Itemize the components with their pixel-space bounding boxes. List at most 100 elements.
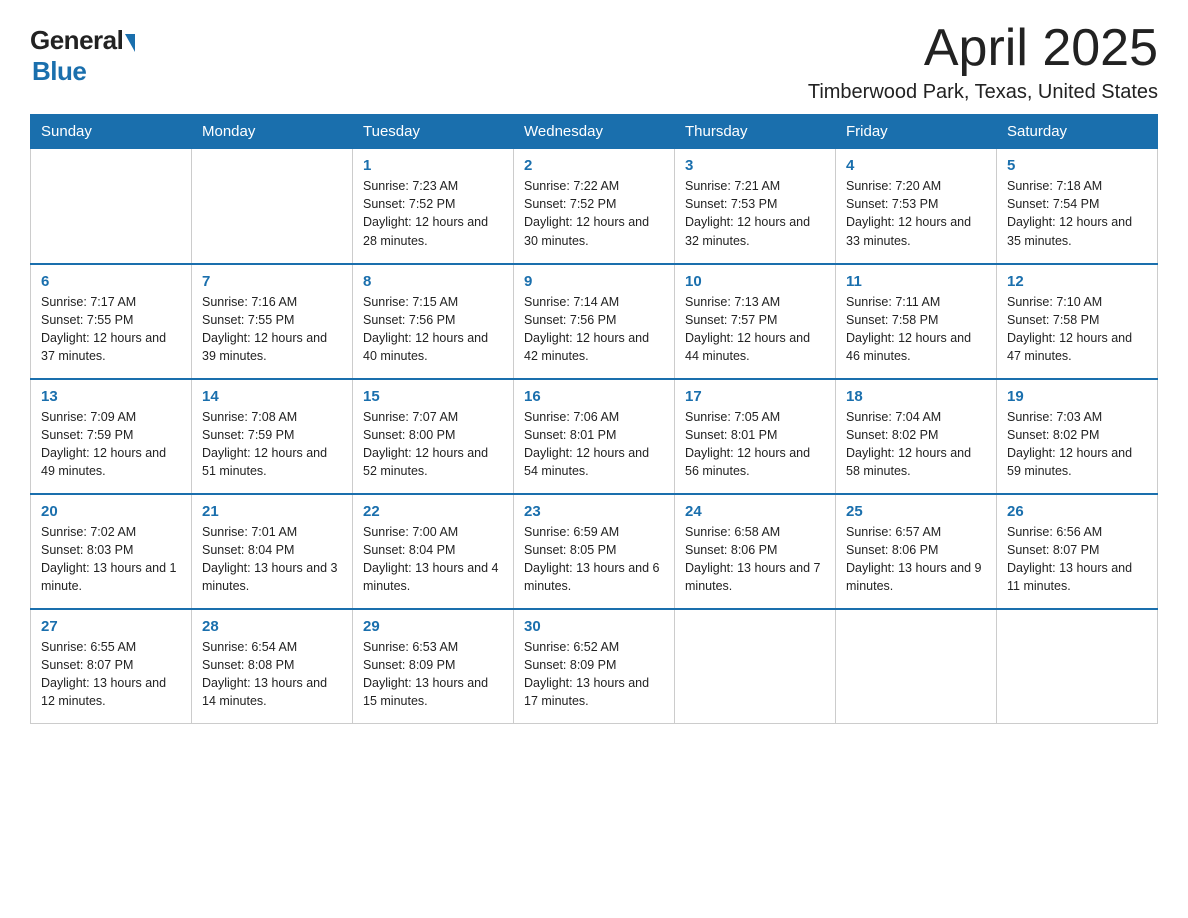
calendar-day-cell bbox=[997, 609, 1158, 724]
day-info: Sunrise: 7:01 AMSunset: 8:04 PMDaylight:… bbox=[202, 523, 342, 596]
calendar-day-header: Friday bbox=[836, 115, 997, 149]
day-info: Sunrise: 7:14 AMSunset: 7:56 PMDaylight:… bbox=[524, 293, 664, 366]
day-info: Sunrise: 6:59 AMSunset: 8:05 PMDaylight:… bbox=[524, 523, 664, 596]
calendar-day-cell: 13Sunrise: 7:09 AMSunset: 7:59 PMDayligh… bbox=[31, 379, 192, 494]
day-info: Sunrise: 7:23 AMSunset: 7:52 PMDaylight:… bbox=[363, 177, 503, 250]
calendar-day-cell: 9 Sunrise: 7:14 AMSunset: 7:56 PMDaylight… bbox=[514, 264, 675, 379]
calendar-week-row: 1 Sunrise: 7:23 AMSunset: 7:52 PMDaylight… bbox=[31, 149, 1158, 264]
day-number: 11 bbox=[846, 273, 986, 290]
calendar-day-cell: 14 Sunrise: 7:08 AMSunset: 7:59 PMDayligh… bbox=[192, 379, 353, 494]
month-title: April 2025 bbox=[808, 20, 1158, 77]
calendar-day-cell: 23 Sunrise: 6:59 AMSunset: 8:05 PMDayligh… bbox=[514, 494, 675, 609]
calendar-week-row: 20Sunrise: 7:02 AMSunset: 8:03 PMDayligh… bbox=[31, 494, 1158, 609]
day-info: Sunrise: 7:16 AMSunset: 7:55 PMDaylight:… bbox=[202, 293, 342, 366]
calendar-day-cell: 12 Sunrise: 7:10 AMSunset: 7:58 PMDayligh… bbox=[997, 264, 1158, 379]
day-info: Sunrise: 7:22 AMSunset: 7:52 PMDaylight:… bbox=[524, 177, 664, 250]
title-block: April 2025 Timberwood Park, Texas, Unite… bbox=[808, 20, 1158, 104]
calendar-day-cell: 3 Sunrise: 7:21 AMSunset: 7:53 PMDaylight… bbox=[675, 149, 836, 264]
day-number: 13 bbox=[41, 388, 181, 405]
day-info: Sunrise: 7:10 AMSunset: 7:58 PMDaylight:… bbox=[1007, 293, 1147, 366]
day-info: Sunrise: 7:18 AMSunset: 7:54 PMDaylight:… bbox=[1007, 177, 1147, 250]
day-number: 16 bbox=[524, 388, 664, 405]
calendar-header-row: SundayMondayTuesdayWednesdayThursdayFrid… bbox=[31, 115, 1158, 149]
day-number: 4 bbox=[846, 157, 986, 174]
day-info: Sunrise: 6:57 AMSunset: 8:06 PMDaylight:… bbox=[846, 523, 986, 596]
day-number: 26 bbox=[1007, 503, 1147, 520]
calendar-day-cell: 1 Sunrise: 7:23 AMSunset: 7:52 PMDaylight… bbox=[353, 149, 514, 264]
day-number: 9 bbox=[524, 273, 664, 290]
calendar-day-cell: 16 Sunrise: 7:06 AMSunset: 8:01 PMDayligh… bbox=[514, 379, 675, 494]
calendar-day-cell: 18 Sunrise: 7:04 AMSunset: 8:02 PMDayligh… bbox=[836, 379, 997, 494]
day-number: 6 bbox=[41, 273, 181, 290]
calendar-day-cell: 8 Sunrise: 7:15 AMSunset: 7:56 PMDaylight… bbox=[353, 264, 514, 379]
logo-triangle-icon bbox=[125, 34, 135, 52]
day-info: Sunrise: 6:56 AMSunset: 8:07 PMDaylight:… bbox=[1007, 523, 1147, 596]
day-info: Sunrise: 7:20 AMSunset: 7:53 PMDaylight:… bbox=[846, 177, 986, 250]
calendar-week-row: 6Sunrise: 7:17 AMSunset: 7:55 PMDaylight… bbox=[31, 264, 1158, 379]
day-number: 27 bbox=[41, 618, 181, 635]
day-info: Sunrise: 6:52 AMSunset: 8:09 PMDaylight:… bbox=[524, 638, 664, 711]
calendar-day-cell: 10Sunrise: 7:13 AMSunset: 7:57 PMDayligh… bbox=[675, 264, 836, 379]
day-info: Sunrise: 7:00 AMSunset: 8:04 PMDaylight:… bbox=[363, 523, 503, 596]
day-number: 23 bbox=[524, 503, 664, 520]
calendar-day-cell bbox=[675, 609, 836, 724]
calendar-day-cell: 29 Sunrise: 6:53 AMSunset: 8:09 PMDayligh… bbox=[353, 609, 514, 724]
day-number: 22 bbox=[363, 503, 503, 520]
day-number: 18 bbox=[846, 388, 986, 405]
day-number: 21 bbox=[202, 503, 342, 520]
calendar-day-cell: 19 Sunrise: 7:03 AMSunset: 8:02 PMDayligh… bbox=[997, 379, 1158, 494]
calendar-day-header: Tuesday bbox=[353, 115, 514, 149]
day-info: Sunrise: 7:07 AMSunset: 8:00 PMDaylight:… bbox=[363, 408, 503, 481]
page-header: General Blue April 2025 Timberwood Park,… bbox=[30, 20, 1158, 104]
day-info: Sunrise: 6:58 AMSunset: 8:06 PMDaylight:… bbox=[685, 523, 825, 596]
day-number: 5 bbox=[1007, 157, 1147, 174]
logo-blue-text: Blue bbox=[32, 56, 86, 87]
calendar-day-cell: 7Sunrise: 7:16 AMSunset: 7:55 PMDaylight… bbox=[192, 264, 353, 379]
calendar-week-row: 13Sunrise: 7:09 AMSunset: 7:59 PMDayligh… bbox=[31, 379, 1158, 494]
day-number: 19 bbox=[1007, 388, 1147, 405]
day-info: Sunrise: 7:03 AMSunset: 8:02 PMDaylight:… bbox=[1007, 408, 1147, 481]
day-number: 12 bbox=[1007, 273, 1147, 290]
calendar-day-header: Wednesday bbox=[514, 115, 675, 149]
calendar-day-cell: 28 Sunrise: 6:54 AMSunset: 8:08 PMDayligh… bbox=[192, 609, 353, 724]
location-title: Timberwood Park, Texas, United States bbox=[808, 81, 1158, 104]
day-info: Sunrise: 7:21 AMSunset: 7:53 PMDaylight:… bbox=[685, 177, 825, 250]
day-info: Sunrise: 7:05 AMSunset: 8:01 PMDaylight:… bbox=[685, 408, 825, 481]
day-number: 14 bbox=[202, 388, 342, 405]
day-number: 3 bbox=[685, 157, 825, 174]
calendar-day-cell: 26 Sunrise: 6:56 AMSunset: 8:07 PMDayligh… bbox=[997, 494, 1158, 609]
calendar-day-header: Sunday bbox=[31, 115, 192, 149]
calendar-day-cell bbox=[836, 609, 997, 724]
calendar-day-cell: 24Sunrise: 6:58 AMSunset: 8:06 PMDayligh… bbox=[675, 494, 836, 609]
day-info: Sunrise: 7:11 AMSunset: 7:58 PMDaylight:… bbox=[846, 293, 986, 366]
day-info: Sunrise: 7:15 AMSunset: 7:56 PMDaylight:… bbox=[363, 293, 503, 366]
day-number: 1 bbox=[363, 157, 503, 174]
logo-general-text: General bbox=[30, 25, 123, 56]
calendar-day-cell: 4 Sunrise: 7:20 AMSunset: 7:53 PMDaylight… bbox=[836, 149, 997, 264]
calendar-day-cell: 27Sunrise: 6:55 AMSunset: 8:07 PMDayligh… bbox=[31, 609, 192, 724]
calendar-day-cell bbox=[31, 149, 192, 264]
calendar-table: SundayMondayTuesdayWednesdayThursdayFrid… bbox=[30, 114, 1158, 724]
day-info: Sunrise: 7:06 AMSunset: 8:01 PMDaylight:… bbox=[524, 408, 664, 481]
day-number: 15 bbox=[363, 388, 503, 405]
calendar-day-cell: 30 Sunrise: 6:52 AMSunset: 8:09 PMDayligh… bbox=[514, 609, 675, 724]
day-info: Sunrise: 6:53 AMSunset: 8:09 PMDaylight:… bbox=[363, 638, 503, 711]
day-info: Sunrise: 7:04 AMSunset: 8:02 PMDaylight:… bbox=[846, 408, 986, 481]
day-number: 25 bbox=[846, 503, 986, 520]
day-info: Sunrise: 6:54 AMSunset: 8:08 PMDaylight:… bbox=[202, 638, 342, 711]
calendar-day-cell: 15 Sunrise: 7:07 AMSunset: 8:00 PMDayligh… bbox=[353, 379, 514, 494]
calendar-day-cell: 2Sunrise: 7:22 AMSunset: 7:52 PMDaylight… bbox=[514, 149, 675, 264]
day-info: Sunrise: 7:08 AMSunset: 7:59 PMDaylight:… bbox=[202, 408, 342, 481]
logo: General Blue bbox=[30, 25, 135, 87]
calendar-day-cell: 22 Sunrise: 7:00 AMSunset: 8:04 PMDayligh… bbox=[353, 494, 514, 609]
calendar-day-header: Saturday bbox=[997, 115, 1158, 149]
day-number: 20 bbox=[41, 503, 181, 520]
day-number: 30 bbox=[524, 618, 664, 635]
day-number: 29 bbox=[363, 618, 503, 635]
calendar-day-header: Monday bbox=[192, 115, 353, 149]
day-number: 8 bbox=[363, 273, 503, 290]
calendar-week-row: 27Sunrise: 6:55 AMSunset: 8:07 PMDayligh… bbox=[31, 609, 1158, 724]
day-number: 28 bbox=[202, 618, 342, 635]
calendar-day-cell bbox=[192, 149, 353, 264]
calendar-day-cell: 21 Sunrise: 7:01 AMSunset: 8:04 PMDayligh… bbox=[192, 494, 353, 609]
